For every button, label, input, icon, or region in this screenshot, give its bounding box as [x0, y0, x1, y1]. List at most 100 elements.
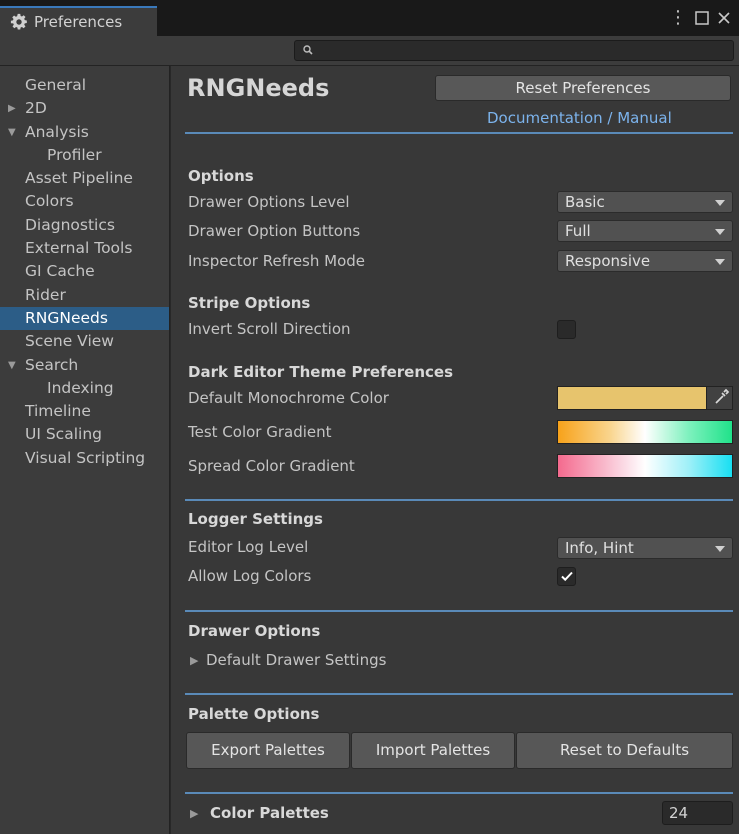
- expand-arrow-icon[interactable]: ▶: [190, 654, 198, 667]
- sidebar-item-indexing[interactable]: Indexing: [0, 377, 169, 400]
- sidebar-item-label: External Tools: [25, 239, 133, 258]
- dropdown-value: Info, Hint: [565, 539, 634, 557]
- sidebar-item-label: General: [25, 76, 87, 94]
- sidebar-item-scene-view[interactable]: Scene View: [0, 330, 169, 353]
- gear-icon: [10, 13, 27, 30]
- drawer-option-buttons-dropdown[interactable]: Full: [557, 220, 733, 242]
- sidebar-item-label: Rider: [25, 285, 66, 304]
- expand-arrow-icon[interactable]: ▶: [190, 807, 198, 820]
- sidebar-item-label: Profiler: [47, 145, 102, 164]
- test-gradient-label: Test Color Gradient: [188, 423, 332, 441]
- section-palette-options-header: Palette Options: [188, 705, 320, 723]
- divider: [185, 610, 733, 612]
- checkmark-icon: [561, 571, 573, 582]
- toolbar: [0, 36, 739, 66]
- chevron-down-icon: [715, 229, 725, 235]
- sidebar-item-2d[interactable]: ▶ 2D: [0, 97, 169, 120]
- divider: [185, 792, 733, 794]
- dropdown-value: Responsive: [565, 252, 651, 270]
- dropdown-value: Basic: [565, 193, 605, 211]
- close-icon[interactable]: [717, 11, 731, 25]
- sidebar-item-label: Colors: [25, 192, 74, 211]
- collapse-arrow-icon[interactable]: ▼: [8, 354, 16, 377]
- sidebar-item-diagnostics[interactable]: Diagnostics: [0, 214, 169, 237]
- invert-scroll-checkbox[interactable]: [557, 320, 576, 339]
- sidebar-item-visual-scripting[interactable]: Visual Scripting: [0, 447, 169, 470]
- mono-color-field[interactable]: [557, 386, 733, 410]
- sidebar-item-label: Search: [25, 355, 79, 374]
- dropdown-value: Full: [565, 222, 591, 240]
- mono-color-label: Default Monochrome Color: [188, 389, 389, 407]
- expand-arrow-icon[interactable]: ▶: [8, 97, 16, 120]
- reset-preferences-button[interactable]: Reset Preferences: [435, 75, 731, 101]
- search-input[interactable]: [317, 41, 727, 60]
- tab-title: Preferences: [34, 13, 123, 31]
- sidebar-item-label: 2D: [25, 99, 47, 118]
- divider: [185, 693, 733, 695]
- sidebar-item-ui-scaling[interactable]: UI Scaling: [0, 423, 169, 446]
- section-options-header: Options: [188, 167, 254, 185]
- reset-to-defaults-button[interactable]: Reset to Defaults: [516, 732, 733, 769]
- sidebar-item-profiler[interactable]: Profiler: [0, 144, 169, 167]
- sidebar-item-search[interactable]: ▼ Search: [0, 354, 169, 377]
- sidebar-item-label: UI Scaling: [25, 425, 102, 444]
- section-theme-header: Dark Editor Theme Preferences: [188, 363, 454, 381]
- eyedropper-icon: [715, 388, 730, 404]
- title-bar: Preferences ⋮: [0, 0, 739, 36]
- sidebar-item-label: Visual Scripting: [25, 448, 146, 467]
- search-box[interactable]: [294, 40, 734, 61]
- collapse-arrow-icon[interactable]: ▼: [8, 121, 16, 144]
- sidebar-item-label: Analysis: [25, 122, 89, 141]
- page-title: RNGNeeds: [187, 74, 330, 102]
- tab-preferences[interactable]: Preferences: [0, 6, 157, 36]
- sidebar: General ▶ 2D ▼ Analysis Profiler Asset Pip…: [0, 66, 170, 834]
- more-options-icon[interactable]: ⋮: [669, 8, 687, 28]
- sidebar-item-gi-cache[interactable]: GI Cache: [0, 260, 169, 283]
- inspector-refresh-mode-dropdown[interactable]: Responsive: [557, 250, 733, 272]
- sidebar-item-external-tools[interactable]: External Tools: [0, 237, 169, 260]
- chevron-down-icon: [715, 259, 725, 265]
- section-stripe-options-header: Stripe Options: [188, 294, 311, 312]
- drawer-option-buttons-label: Drawer Option Buttons: [188, 222, 361, 240]
- spread-gradient-field[interactable]: [557, 454, 733, 478]
- sidebar-item-label: Asset Pipeline: [25, 169, 133, 188]
- log-level-label: Editor Log Level: [188, 538, 309, 556]
- palette-count-field[interactable]: 24: [662, 801, 733, 825]
- sidebar-item-label: GI Cache: [25, 262, 95, 281]
- section-drawer-options-header: Drawer Options: [188, 622, 321, 640]
- inspector-refresh-mode-label: Inspector Refresh Mode: [188, 252, 366, 270]
- sidebar-item-asset-pipeline[interactable]: Asset Pipeline: [0, 167, 169, 190]
- sidebar-item-rngneeds[interactable]: RNGNeeds: [0, 306, 169, 331]
- log-level-dropdown[interactable]: Info, Hint: [557, 537, 733, 559]
- preferences-panel: RNGNeeds Reset Preferences Documentation…: [171, 66, 739, 834]
- divider: [185, 499, 733, 501]
- documentation-link[interactable]: Documentation / Manual: [487, 109, 672, 127]
- sidebar-item-rider[interactable]: Rider: [0, 284, 169, 307]
- section-logger-header: Logger Settings: [188, 510, 323, 528]
- sidebar-item-label: Scene View: [25, 332, 114, 351]
- export-palettes-button[interactable]: Export Palettes: [186, 732, 350, 769]
- divider: [185, 132, 733, 134]
- sidebar-item-timeline[interactable]: Timeline: [0, 400, 169, 423]
- chevron-down-icon: [715, 546, 725, 552]
- log-colors-checkbox[interactable]: [557, 567, 576, 586]
- test-gradient-field[interactable]: [557, 420, 733, 444]
- default-drawer-settings-foldout[interactable]: Default Drawer Settings: [206, 651, 386, 669]
- sidebar-item-label: Diagnostics: [25, 215, 115, 234]
- eyedropper-button[interactable]: [706, 387, 732, 409]
- sidebar-item-label: Timeline: [25, 402, 91, 421]
- log-colors-label: Allow Log Colors: [188, 567, 312, 585]
- color-palettes-foldout[interactable]: Color Palettes: [210, 804, 329, 822]
- maximize-icon[interactable]: [695, 11, 709, 25]
- sidebar-item-label: Indexing: [47, 378, 114, 397]
- sidebar-item-general[interactable]: General: [0, 74, 169, 97]
- chevron-down-icon: [715, 200, 725, 206]
- drawer-options-level-dropdown[interactable]: Basic: [557, 191, 733, 213]
- sidebar-item-label: RNGNeeds: [25, 308, 108, 327]
- search-icon: [303, 45, 313, 55]
- sidebar-item-colors[interactable]: Colors: [0, 190, 169, 213]
- sidebar-item-analysis[interactable]: ▼ Analysis: [0, 121, 169, 144]
- invert-scroll-label: Invert Scroll Direction: [188, 320, 351, 338]
- drawer-options-level-label: Drawer Options Level: [188, 193, 350, 211]
- import-palettes-button[interactable]: Import Palettes: [351, 732, 515, 769]
